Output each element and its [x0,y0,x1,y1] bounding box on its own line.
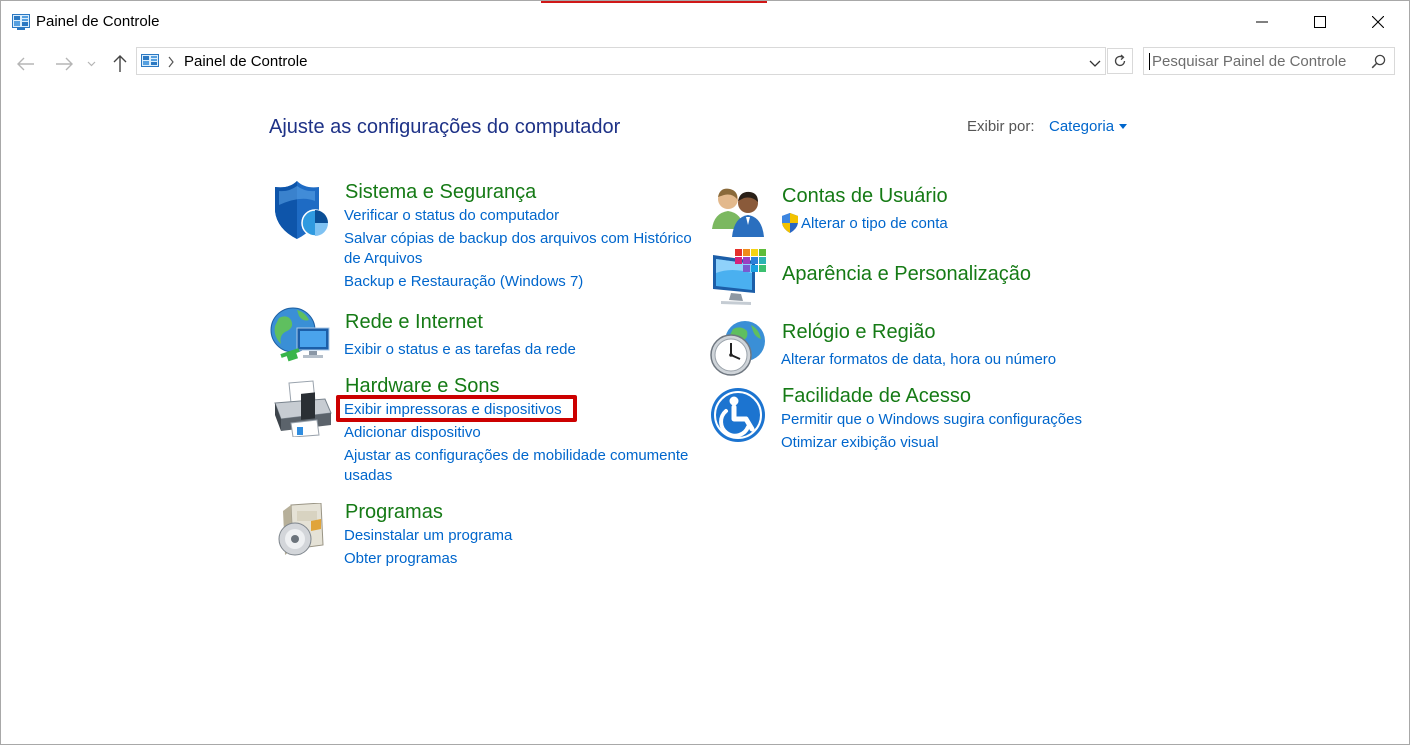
title-bar[interactable]: Painel de Controle [1,1,1409,43]
monitor-palette-icon[interactable] [711,249,769,312]
breadcrumb-chevron-icon [167,53,175,71]
breadcrumb-item[interactable]: Painel de Controle [184,53,307,70]
link-backup-restauracao[interactable]: Backup e Restauração (Windows 7) [344,272,583,292]
link-ajustar-mobilidade[interactable]: Ajustar as configurações de mobilidade c… [344,446,688,466]
page-title: Ajuste as configurações do computador [269,116,621,138]
category-title-facilidade-de-acesso[interactable]: Facilidade de Acesso [782,385,971,408]
programs-disc-icon[interactable] [277,502,327,564]
category-title-rede-e-internet[interactable]: Rede e Internet [345,311,483,334]
link-adicionar-dispositivo[interactable]: Adicionar dispositivo [344,423,481,443]
arrow-left-icon [17,57,34,71]
up-button[interactable] [109,53,131,75]
address-bar[interactable]: Painel de Controle [136,47,1106,75]
arrow-up-icon [113,55,127,72]
navigation-bar: Painel de Controle [1,43,1409,83]
category-title-relogio-e-regiao[interactable]: Relógio e Região [782,321,935,344]
minimize-icon [1256,21,1268,23]
close-icon [1372,16,1384,28]
category-title-contas-de-usuario[interactable]: Contas de Usuário [782,185,948,208]
search-box[interactable] [1143,47,1395,75]
network-globe-icon[interactable] [269,304,333,371]
view-by-dropdown[interactable]: Categoria [1049,118,1128,135]
link-ajustar-mobilidade-continued[interactable]: usadas [344,466,392,486]
link-permitir-windows-sugira[interactable]: Permitir que o Windows sugira configuraç… [781,410,1082,430]
printer-icon[interactable] [271,379,333,442]
address-dropdown-button[interactable] [1089,55,1101,73]
clock-globe-icon[interactable] [707,319,769,384]
category-title-programas[interactable]: Programas [345,501,443,524]
window-title: Painel de Controle [36,13,160,30]
link-verificar-status[interactable]: Verificar o status do computador [344,206,559,226]
link-exibir-status-rede[interactable]: Exibir o status e as tarefas da rede [344,340,576,360]
control-panel-icon [141,54,159,69]
control-panel-icon [12,14,30,30]
link-desinstalar-programa[interactable]: Desinstalar um programa [344,526,512,546]
search-icon[interactable] [1371,54,1386,74]
close-button[interactable] [1349,1,1407,43]
link-salvar-copias-backup-continued[interactable]: de Arquivos [344,249,422,269]
link-alterar-tipo-conta[interactable]: Alterar o tipo de conta [801,214,948,234]
link-salvar-copias-backup[interactable]: Salvar cópias de backup dos arquivos com… [344,229,692,249]
highlight-box [336,395,577,422]
caret-down-icon [1119,124,1128,129]
accessibility-icon[interactable] [710,387,766,448]
refresh-icon [1114,54,1126,67]
minimize-button[interactable] [1233,1,1291,43]
shield-icon[interactable] [271,181,331,246]
text-caret [1149,53,1150,70]
recent-locations-button[interactable] [84,53,98,75]
arrow-right-icon [56,57,73,71]
control-panel-window: Painel de Controle Painel de Controle Pe… [0,0,1410,745]
view-by-value: Categoria [1049,118,1115,135]
uac-shield-icon [781,213,799,238]
link-obter-programas[interactable]: Obter programas [344,549,457,569]
maximize-icon [1314,16,1326,28]
forward-button[interactable] [53,53,75,75]
link-otimizar-exibicao-visual[interactable]: Otimizar exibição visual [781,433,939,453]
category-title-sistema-e-seguranca[interactable]: Sistema e Segurança [345,181,536,204]
users-icon[interactable] [710,185,770,242]
link-alterar-formatos-data[interactable]: Alterar formatos de data, hora ou número [781,350,1056,370]
view-by-label: Exibir por: [967,118,1035,135]
refresh-button[interactable] [1107,48,1133,74]
back-button[interactable] [15,53,37,75]
maximize-button[interactable] [1291,1,1349,43]
category-title-aparencia-e-personalizacao[interactable]: Aparência e Personalização [782,263,1031,286]
chevron-down-icon [87,61,95,67]
chevron-down-icon [1089,60,1101,67]
search-input[interactable] [1144,48,1362,74]
